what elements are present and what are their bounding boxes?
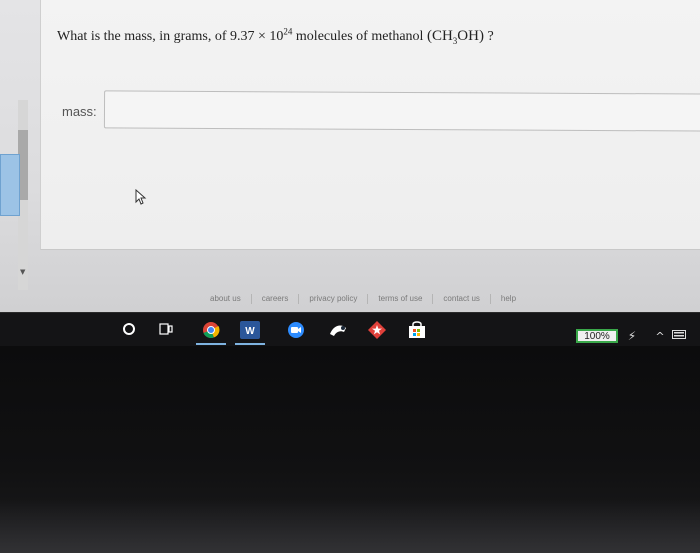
keyboard-area (0, 500, 700, 553)
mass-label: mass: (62, 104, 97, 119)
question-middle: molecules of methanol (292, 29, 427, 44)
footer-link-careers[interactable]: careers (252, 294, 300, 304)
methanol-formula: (CH3OH) (426, 28, 484, 46)
chrome-icon[interactable] (199, 318, 223, 342)
word-icon[interactable]: W (238, 318, 262, 342)
mass-input[interactable] (103, 90, 700, 132)
search-icon[interactable] (118, 318, 140, 340)
battery-indicator[interactable]: 100% (576, 329, 618, 343)
word-active-indicator (235, 343, 265, 345)
footer-link-help[interactable]: help (491, 294, 526, 304)
side-panel-tab[interactable] (0, 154, 20, 216)
question-prefix: What is the mass, in grams, of 9.37 × 10 (57, 29, 284, 44)
star-app-icon[interactable] (365, 318, 389, 342)
keyboard-icon[interactable] (672, 329, 686, 339)
scroll-down-arrow-icon[interactable]: ▼ (20, 268, 25, 276)
formula-close: OH) (457, 28, 484, 44)
footer-link-terms[interactable]: terms of use (368, 294, 434, 304)
charging-plug-icon: ⚡ (627, 329, 637, 343)
zoom-icon[interactable] (284, 318, 308, 342)
task-view-icon[interactable] (155, 318, 177, 340)
svg-text:W: W (245, 326, 255, 337)
footer-link-about[interactable]: about us (200, 294, 252, 304)
formula-open: (CH (426, 28, 453, 44)
question-suffix: ? (483, 29, 494, 44)
mouse-cursor-icon (135, 189, 147, 205)
show-hidden-icons-chevron-icon[interactable]: ^ (652, 327, 668, 345)
chrome-active-indicator (196, 343, 226, 345)
taskbar: W 100% ⚡ ^ (0, 312, 700, 346)
footer-links: about us careers privacy policy terms of us… (200, 294, 700, 312)
question-text: What is the mass, in grams, of 9.37 × 10… (57, 27, 494, 46)
steam-icon[interactable] (326, 318, 350, 342)
footer-link-privacy[interactable]: privacy policy (299, 294, 369, 304)
store-icon[interactable] (405, 318, 429, 342)
browser-viewport: ▼ What is the mass, in grams, of 9.37 × … (0, 0, 700, 312)
footer-link-contact[interactable]: contact us (433, 294, 491, 304)
